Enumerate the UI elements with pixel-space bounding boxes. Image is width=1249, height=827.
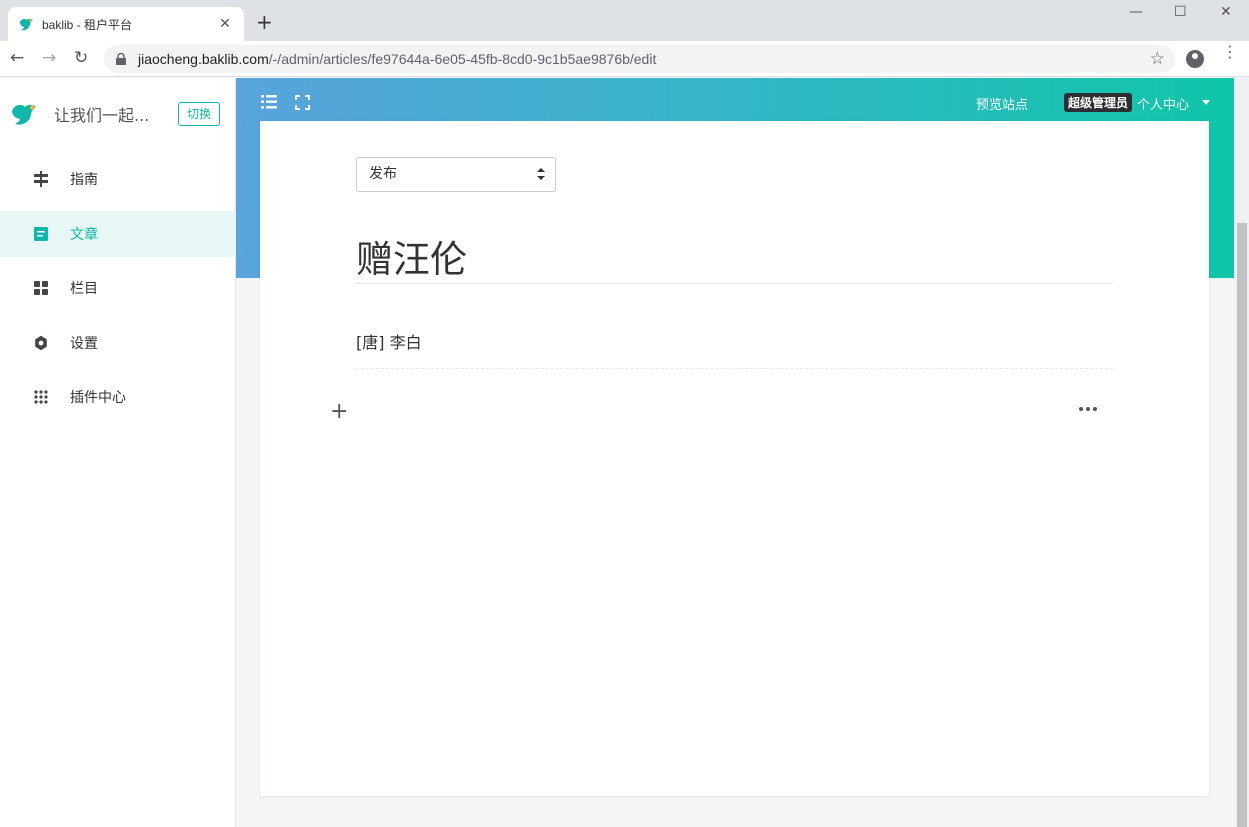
- select-arrows-icon: [537, 168, 545, 180]
- signpost-icon: [34, 171, 48, 187]
- article-title-input[interactable]: 赠汪伦: [356, 229, 467, 283]
- publish-status-select[interactable]: 发布: [356, 157, 556, 192]
- article-body-paragraph[interactable]: [唐] 李白: [356, 329, 422, 353]
- add-block-button[interactable]: +: [330, 401, 348, 423]
- sidebar-item-label: 文章: [70, 226, 98, 243]
- publish-status-value: 发布: [369, 166, 397, 182]
- brand: 让我们一起...: [10, 100, 149, 128]
- bookmark-star-icon[interactable]: ☆: [1150, 49, 1165, 69]
- url-host: jiaocheng.baklib.com: [138, 51, 269, 67]
- sidebar-item-articles[interactable]: 文章: [0, 210, 236, 257]
- lock-icon: [116, 53, 126, 65]
- browser-menu-icon[interactable]: ⋮: [1222, 44, 1238, 60]
- personal-center-menu[interactable]: 个人中心: [1137, 94, 1189, 113]
- sidebar: 让我们一起... 切换 指南 文章 栏目 设置 插件中心: [0, 78, 236, 827]
- address-bar: ← → ↻ jiaocheng.baklib.com/-/admin/artic…: [0, 41, 1249, 77]
- new-tab-button[interactable]: +: [256, 12, 273, 32]
- url-input[interactable]: jiaocheng.baklib.com/-/admin/articles/fe…: [104, 45, 1175, 73]
- sidebar-item-plugins[interactable]: 插件中心: [0, 374, 236, 420]
- title-divider: [356, 283, 1113, 284]
- scrollbar-thumb[interactable]: [1237, 223, 1247, 827]
- chevron-down-icon[interactable]: [1202, 100, 1210, 105]
- window-close-icon[interactable]: ✕: [1220, 4, 1232, 20]
- grid-icon: [34, 281, 48, 295]
- block-divider: [356, 368, 1113, 369]
- url-path: /-/admin/articles/fe97644a-6e05-45fb-8cd…: [268, 51, 657, 67]
- profile-icon[interactable]: [1186, 50, 1204, 68]
- bird-logo-icon: [20, 18, 33, 31]
- browser-tab-bar: baklib - 租户平台 ✕ + — ☐ ✕: [0, 0, 1249, 41]
- minimize-icon[interactable]: —: [1129, 4, 1143, 20]
- url-text: jiaocheng.baklib.com/-/admin/articles/fe…: [138, 51, 656, 67]
- article-editor: 发布 赠汪伦 [唐] 李白 +: [260, 121, 1209, 796]
- apps-icon: [34, 390, 48, 404]
- close-tab-icon[interactable]: ✕: [216, 16, 234, 32]
- list-menu-icon[interactable]: [261, 95, 277, 109]
- sidebar-item-label: 设置: [70, 335, 98, 352]
- reload-icon[interactable]: ↻: [74, 49, 88, 67]
- bird-logo-icon: [12, 104, 36, 125]
- sidebar-menu: 指南 文章 栏目 设置 插件中心: [0, 156, 236, 429]
- back-icon[interactable]: ←: [10, 49, 24, 67]
- preview-site-link[interactable]: 预览站点: [976, 94, 1028, 113]
- forward-icon[interactable]: →: [42, 49, 56, 67]
- sidebar-item-label: 插件中心: [70, 390, 126, 406]
- sidebar-item-label: 栏目: [70, 281, 98, 297]
- gear-icon: [35, 335, 47, 350]
- admin-role-badge: 超级管理员: [1064, 93, 1133, 112]
- article-icon: [34, 226, 48, 241]
- site-name: 让我们一起...: [54, 106, 150, 125]
- sidebar-item-columns[interactable]: 栏目: [0, 265, 236, 311]
- sidebar-item-label: 指南: [70, 172, 98, 188]
- tab-title: baklib - 租户平台: [42, 17, 133, 32]
- maximize-icon[interactable]: ☐: [1174, 4, 1187, 20]
- switch-site-button[interactable]: 切换: [178, 102, 220, 126]
- browser-tab[interactable]: baklib - 租户平台 ✕: [8, 7, 244, 41]
- sidebar-item-guide[interactable]: 指南: [0, 156, 236, 202]
- more-options-icon[interactable]: [1078, 404, 1098, 414]
- sidebar-item-settings[interactable]: 设置: [0, 320, 236, 366]
- fullscreen-icon[interactable]: [295, 95, 310, 110]
